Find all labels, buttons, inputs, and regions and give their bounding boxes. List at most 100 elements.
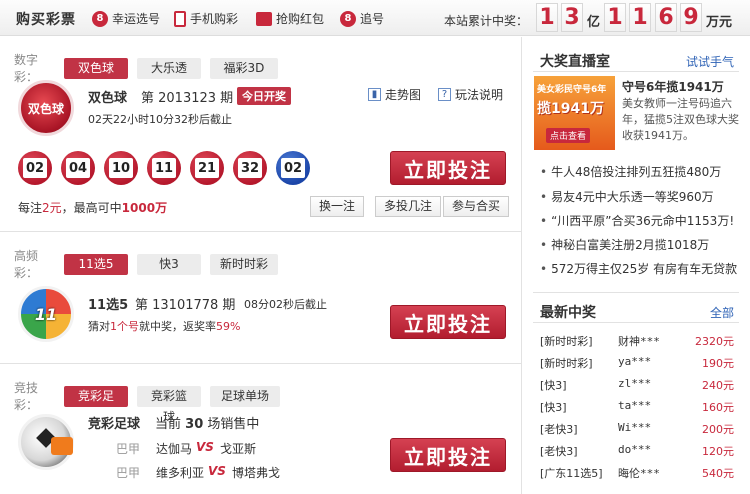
tab-jc-football[interactable]: 竞彩足球 — [64, 385, 128, 424]
jackpot-digit: 1 — [536, 3, 558, 32]
match-row[interactable]: 巴甲 维多利亚 VS 博塔弗戈 — [116, 464, 280, 481]
red-packet-icon — [256, 11, 272, 26]
try-luck-link[interactable]: 试试手气 — [686, 53, 734, 70]
all-winners-link[interactable]: 全部 — [710, 304, 734, 321]
jackpot-digit: 1 — [604, 3, 626, 32]
red-ball[interactable]: 21 — [190, 151, 224, 185]
nav-lucky-pick[interactable]: 8 幸运选号 — [92, 10, 160, 27]
news-item[interactable]: “川西平原”合买36元命中1153万! — [540, 212, 734, 229]
help-label: 玩法说明 — [455, 88, 504, 102]
tab-daletou[interactable]: 大乐透 — [137, 57, 201, 79]
bet-now-button[interactable]: 立即投注 — [390, 438, 506, 472]
top-bar: 购买彩票 8 幸运选号 手机购彩 抢购红包 8 追号 本站累计中奖： 1 3 亿… — [0, 0, 750, 36]
logo-text: 11 — [34, 304, 58, 324]
sports-lottery-tabs: 竞技彩： 竞彩足球 竞彩篮球 足球单场 — [14, 379, 289, 424]
countdown: 02天22小时10分32秒后截止 — [88, 113, 232, 126]
issue-number: 第 2013123 期 — [141, 91, 234, 106]
red-ball[interactable]: 02 — [18, 151, 52, 185]
ball-number: 21 — [195, 158, 219, 178]
category-label: 竞技彩： — [14, 381, 39, 412]
live-room-title: 大奖直播室 — [540, 54, 610, 70]
nav-label: 追号 — [360, 12, 385, 26]
trend-label: 走势图 — [385, 88, 422, 102]
jackpot-unit-wanyuan: 万元 — [706, 15, 733, 30]
tab-new-ssc[interactable]: 新时时彩 — [210, 253, 278, 275]
match-row[interactable]: 巴甲 达伽马 VS 戈亚斯 — [116, 440, 256, 457]
nav-red-packet[interactable]: 抢购红包 — [256, 10, 324, 27]
issue-number: 第 13101778 期 — [135, 298, 236, 313]
11x5-logo-icon: 11 — [18, 286, 74, 342]
random-pick-button[interactable]: 换一注 — [310, 196, 365, 217]
number-8-icon: 8 — [340, 10, 356, 27]
high-frequency-tabs: 高频彩： 11选5 快3 新时时彩 — [14, 247, 287, 281]
red-ball[interactable]: 10 — [104, 151, 138, 185]
shuangseqiu-logo-icon: 双色球 — [18, 80, 74, 136]
multi-bet-button[interactable]: 多投几注 — [375, 196, 442, 217]
phone-icon — [174, 10, 186, 27]
red-ball[interactable]: 11 — [147, 151, 181, 185]
banner-button: 点击查看 — [546, 128, 591, 143]
rules-link[interactable]: ? 玩法说明 — [438, 86, 503, 103]
countdown: 08分02秒后截止 — [244, 298, 327, 311]
headline[interactable]: 守号6年揽1941万 — [622, 78, 724, 95]
jackpot-digit: 3 — [561, 3, 583, 32]
tab-shuangseqiu[interactable]: 双色球 — [64, 57, 128, 79]
nav-label: 抢购红包 — [276, 12, 325, 26]
bet-now-button[interactable]: 立即投注 — [390, 151, 506, 185]
ball-number: 02 — [23, 158, 47, 178]
nav-mobile-buy[interactable]: 手机购彩 — [174, 10, 238, 27]
football-logo-icon — [18, 414, 74, 470]
away-team: 博塔弗戈 — [232, 466, 281, 480]
jackpot-digit: 9 — [680, 3, 702, 32]
latest-winners-title: 最新中奖 — [540, 305, 596, 321]
ball-number: 11 — [152, 158, 176, 178]
banner-image[interactable]: 美女彩民守号6年 揽1941万 点击查看 — [534, 76, 615, 150]
news-item[interactable]: 牛人48倍投注排列五狂揽480万 — [540, 163, 721, 180]
tab-11x5[interactable]: 11选5 — [64, 253, 128, 275]
sales-info: 当前 30 场销售中 — [155, 417, 260, 432]
league-name: 巴甲 — [116, 466, 141, 480]
tab-fucai3d[interactable]: 福彩3D — [210, 57, 278, 79]
jackpot-unit-yi: 亿 — [587, 15, 601, 30]
tab-football-single[interactable]: 足球单场 — [210, 385, 280, 407]
blue-ball[interactable]: 02 — [276, 151, 310, 185]
tab-kuai3[interactable]: 快3 — [137, 253, 201, 275]
today-draw-badge: 今日开奖 — [237, 87, 291, 105]
category-label: 高频彩： — [14, 249, 39, 280]
red-ball[interactable]: 04 — [61, 151, 95, 185]
divider — [533, 322, 739, 323]
nav-label: 幸运选号 — [112, 12, 161, 26]
bet-now-button[interactable]: 立即投注 — [390, 305, 506, 339]
ball-number: 32 — [238, 158, 262, 178]
jackpot-digit: 1 — [629, 3, 651, 32]
game-description: 猜对1个号就中奖，返奖率59% — [88, 320, 241, 333]
brand-title: 购买彩票 — [16, 12, 76, 28]
logo-text: 双色球 — [27, 101, 64, 116]
nav-label: 手机购彩 — [190, 12, 239, 26]
group-buy-button[interactable]: 参与合买 — [443, 196, 510, 217]
vs-label: VS — [208, 464, 226, 478]
away-team: 戈亚斯 — [220, 442, 257, 456]
news-item[interactable]: 神秘白富美注册2月揽1018万 — [540, 236, 709, 253]
game-name: 双色球 — [88, 91, 128, 106]
red-ball[interactable]: 32 — [233, 151, 267, 185]
price-info: 每注2元，最高可中1000万 — [18, 201, 168, 215]
bar-chart-icon: ▮ — [368, 88, 381, 101]
news-item[interactable]: 易友4元中大乐透一等奖960万 — [540, 188, 714, 205]
trend-chart-link[interactable]: ▮ 走势图 — [368, 86, 421, 103]
banner-text: 揽1941万 — [537, 101, 604, 117]
ball-number: 04 — [66, 158, 90, 178]
headline-summary: 美女教师一注号码追六年，猛揽5注双色球大奖收获1941万。 — [622, 97, 739, 142]
category-label: 数字彩： — [14, 53, 39, 84]
column-divider — [521, 37, 522, 494]
league-name: 巴甲 — [116, 442, 141, 456]
nav-chase-number[interactable]: 8 追号 — [340, 10, 384, 27]
help-icon: ? — [438, 88, 451, 101]
news-item[interactable]: 572万得主仅25岁 有房有车无贷款 — [540, 260, 737, 277]
game-name: 11选5 — [88, 298, 129, 313]
jackpot-digit: 6 — [655, 3, 677, 32]
game-name: 竞彩足球 — [88, 417, 141, 432]
jackpot-label: 本站累计中奖： — [444, 14, 529, 28]
tab-jc-basketball[interactable]: 竞彩篮球 — [137, 385, 201, 424]
ball-number: 10 — [109, 158, 133, 178]
